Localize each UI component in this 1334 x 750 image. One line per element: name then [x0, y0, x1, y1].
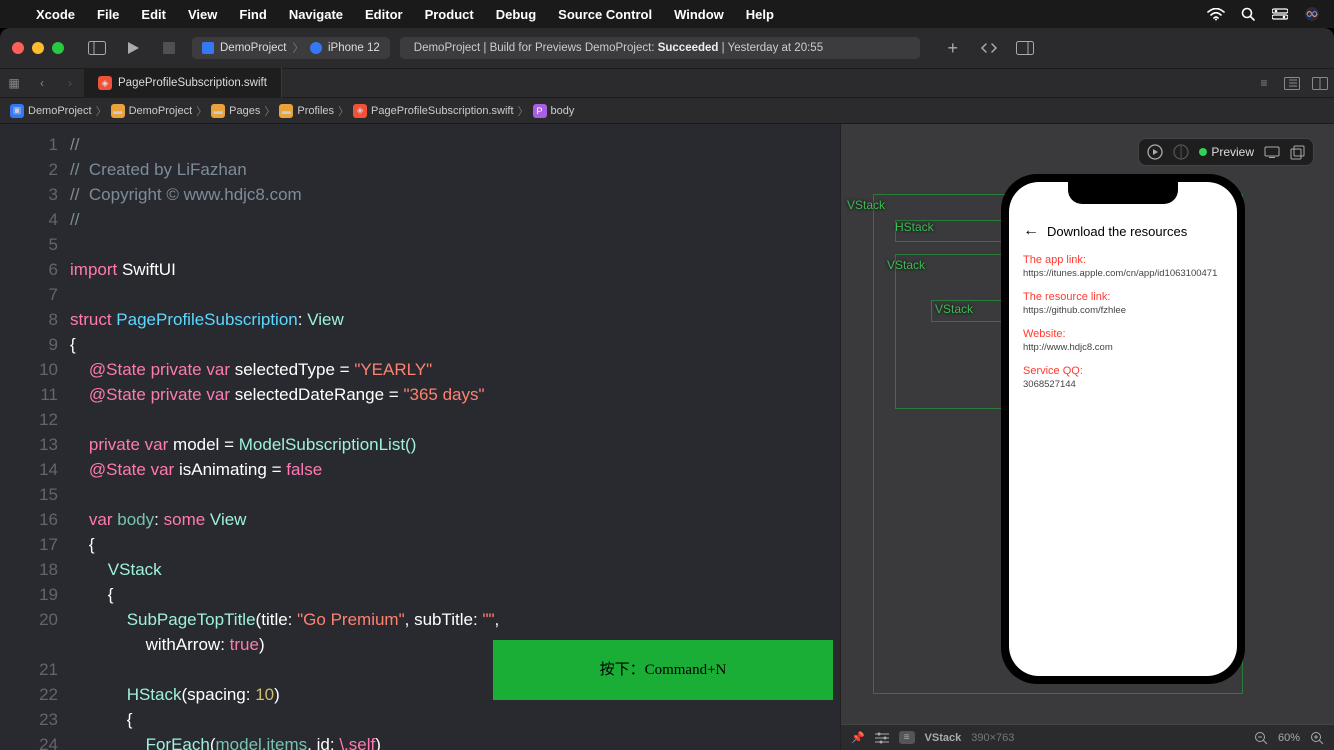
minimize-window-button[interactable] — [32, 42, 44, 54]
menubar-navigate[interactable]: Navigate — [279, 7, 353, 22]
link-block: Website: http://www.hdjc8.com — [1023, 328, 1223, 353]
preview-canvas[interactable]: Preview VStack HStack VStack VStack ← — [840, 124, 1334, 750]
zoom-window-button[interactable] — [52, 42, 64, 54]
menubar-view[interactable]: View — [178, 7, 227, 22]
menubar-app[interactable]: Xcode — [26, 7, 85, 22]
preview-toolbar: Preview — [1138, 138, 1314, 166]
scheme-device: iPhone 12 — [328, 42, 380, 54]
file-tab[interactable]: ◈ PageProfileSubscription.swift — [84, 68, 282, 98]
live-preview-button[interactable] — [1147, 144, 1163, 160]
shortcut-hint-overlay: 按下：Command+N — [493, 640, 833, 700]
line-gutter: 123456789101112131415161718192021222324 — [0, 124, 70, 750]
back-arrow-icon[interactable]: ← — [1023, 222, 1039, 240]
zoom-out-button[interactable] — [1254, 731, 1268, 745]
add-editor-button[interactable] — [1306, 68, 1334, 98]
run-button[interactable] — [120, 35, 146, 61]
preview-duplicate-button[interactable] — [1290, 145, 1305, 160]
project-icon: ▣ — [10, 104, 24, 118]
adjust-editor-button[interactable] — [1278, 68, 1306, 98]
menubar-find[interactable]: Find — [229, 7, 276, 22]
swift-file-icon: ◈ — [353, 104, 367, 118]
folder-icon: ▬ — [279, 104, 293, 118]
property-icon: P — [533, 104, 547, 118]
zoom-level[interactable]: 60% — [1278, 732, 1300, 744]
file-tab-label: PageProfileSubscription.swift — [118, 77, 267, 89]
wifi-icon[interactable] — [1207, 8, 1225, 21]
toggle-navigator-button[interactable] — [84, 35, 110, 61]
device-notch — [1068, 182, 1178, 204]
code-review-button[interactable] — [976, 35, 1002, 61]
control-center-icon[interactable] — [1272, 8, 1288, 20]
zoom-in-button[interactable] — [1310, 731, 1324, 745]
preview-bottom-bar: 📌 ≡ VStack 390×763 60% — [841, 724, 1334, 750]
selection-dimensions: 390×763 — [971, 732, 1014, 744]
menubar-debug[interactable]: Debug — [486, 7, 546, 22]
annotation-vstack: VStack — [847, 198, 885, 212]
spotlight-icon[interactable] — [1241, 7, 1256, 22]
macos-menubar: Xcode File Edit View Find Navigate Edito… — [0, 0, 1334, 28]
link-block: Service QQ: 3068527144 — [1023, 365, 1223, 390]
xcode-toolbar: DemoProject 〉 iPhone 12 DemoProject | Bu… — [0, 28, 1334, 68]
nav-back-button[interactable]: ‹ — [28, 68, 56, 98]
close-window-button[interactable] — [12, 42, 24, 54]
annotation-hstack: HStack — [895, 220, 934, 234]
annotation-vstack: VStack — [887, 258, 925, 272]
menubar-product[interactable]: Product — [415, 7, 484, 22]
toggle-inspector-button[interactable] — [1012, 35, 1038, 61]
selection-type-badge: ≡ — [899, 731, 915, 744]
preview-app-content: ← Download the resources The app link: h… — [1009, 182, 1237, 390]
folder-icon: ▬ — [211, 104, 225, 118]
menubar-file[interactable]: File — [87, 7, 129, 22]
add-button[interactable]: + — [940, 35, 966, 61]
minimap-button[interactable]: ≡ — [1250, 68, 1278, 98]
scheme-selector[interactable]: DemoProject 〉 iPhone 12 — [192, 37, 390, 59]
folder-icon: ▬ — [111, 104, 125, 118]
swift-file-icon: ◈ — [98, 76, 112, 90]
code-editor[interactable]: 123456789101112131415161718192021222324 … — [0, 124, 840, 750]
menubar-help[interactable]: Help — [736, 7, 784, 22]
related-items-button[interactable]: ▦ — [0, 68, 28, 98]
nav-forward-button[interactable]: › — [56, 68, 84, 98]
code-content: // // Created by LiFazhan // Copyright ©… — [70, 124, 499, 750]
pin-icon[interactable]: 📌 — [851, 731, 865, 744]
build-status[interactable]: DemoProject | Build for Previews DemoPro… — [400, 37, 920, 59]
link-block: The app link: https://itunes.apple.com/c… — [1023, 254, 1223, 279]
menubar-window[interactable]: Window — [664, 7, 734, 22]
adjust-icon[interactable] — [875, 732, 889, 744]
stop-button[interactable] — [156, 35, 182, 61]
menubar-edit[interactable]: Edit — [131, 7, 176, 22]
menubar-source-control[interactable]: Source Control — [548, 7, 662, 22]
scheme-project: DemoProject — [220, 42, 286, 54]
preview-status-dot — [1199, 148, 1207, 156]
preview-device-button[interactable] — [1264, 146, 1280, 158]
tab-bar: ▦ ‹ › ◈ PageProfileSubscription.swift ≡ — [0, 68, 1334, 98]
preview-status[interactable]: Preview — [1199, 145, 1254, 159]
preview-device-frame: ← Download the resources The app link: h… — [1001, 174, 1245, 684]
siri-icon[interactable] — [1304, 6, 1320, 22]
selection-label: VStack — [925, 732, 962, 744]
breadcrumb[interactable]: ▣DemoProject〉 ▬DemoProject〉 ▬Pages〉 ▬Pro… — [0, 98, 1334, 124]
inspect-preview-button[interactable] — [1173, 144, 1189, 160]
annotation-vstack: VStack — [935, 302, 973, 316]
window-controls — [12, 42, 64, 54]
link-block: The resource link: https://github.com/fz… — [1023, 291, 1223, 316]
menubar-editor[interactable]: Editor — [355, 7, 413, 22]
page-title: Download the resources — [1047, 224, 1187, 239]
